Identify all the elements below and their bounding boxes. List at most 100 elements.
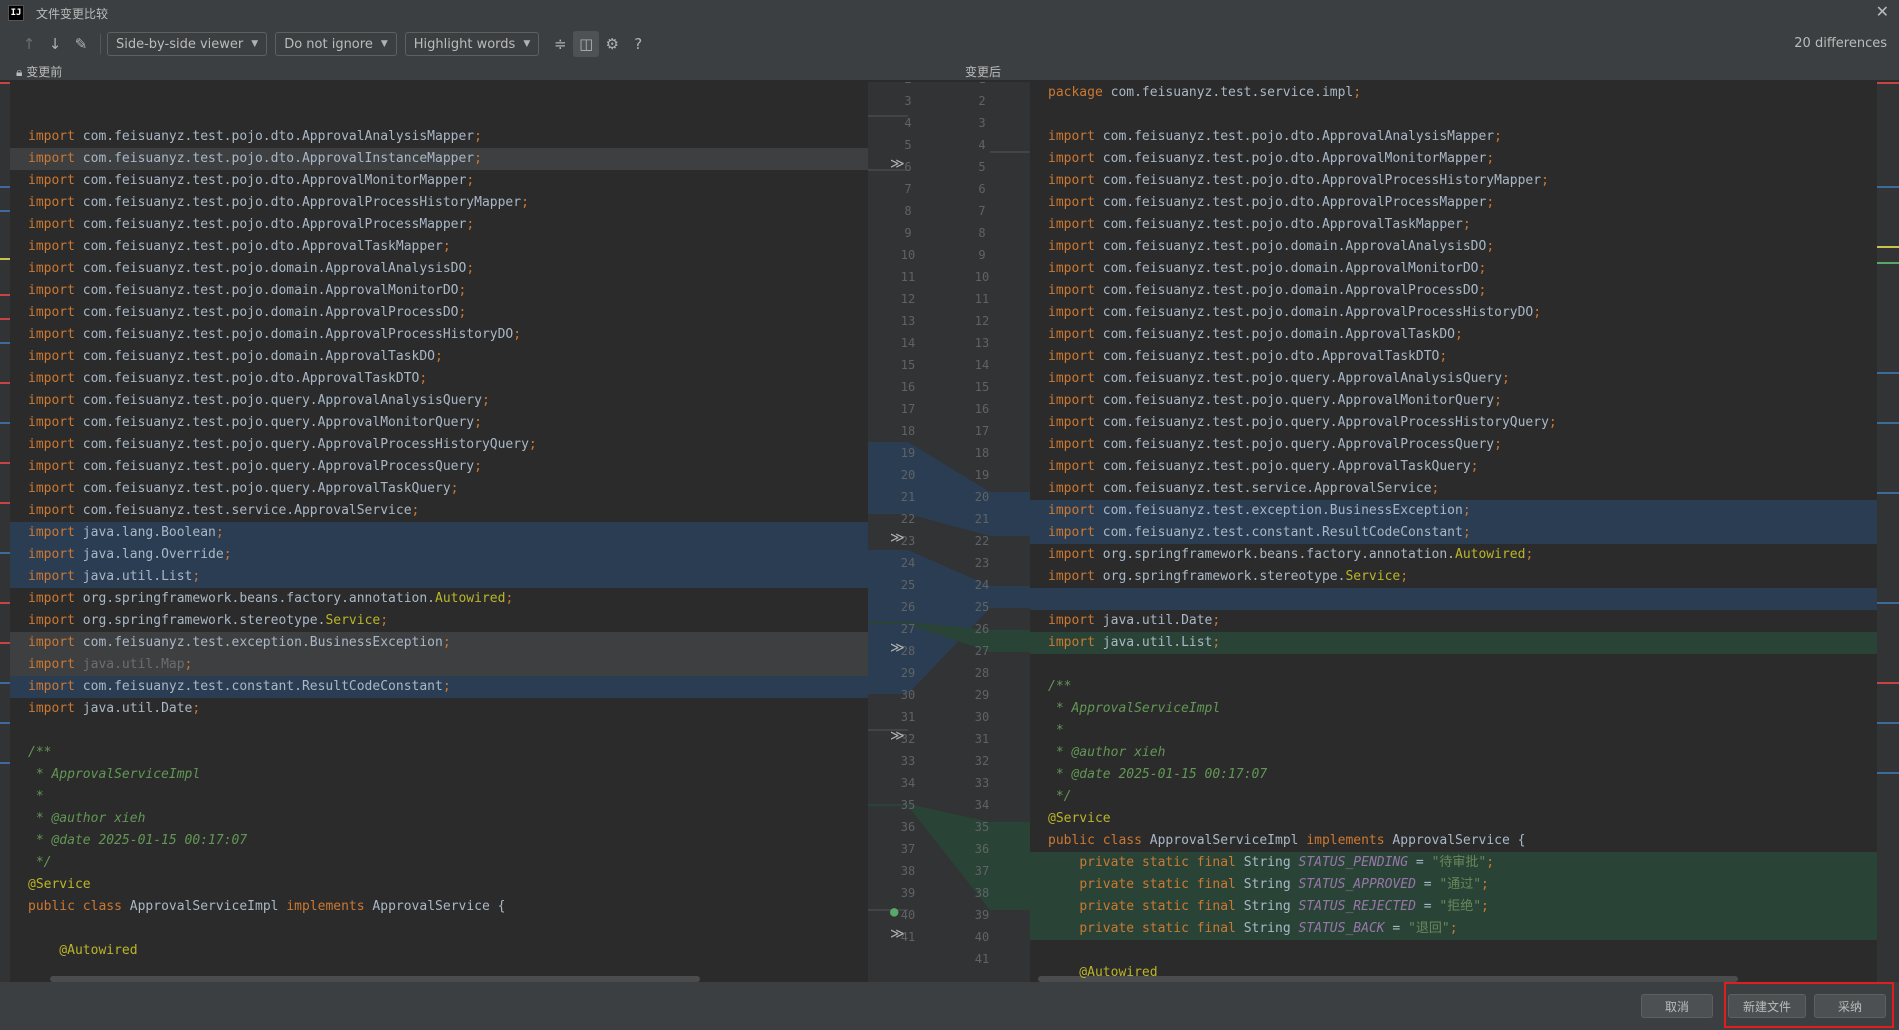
- right-code-line[interactable]: import com.feisuanyz.test.pojo.query.App…: [1030, 390, 1877, 412]
- left-code-line[interactable]: * @author xieh: [10, 808, 868, 830]
- right-code-line[interactable]: private static final String STATUS_APPRO…: [1030, 874, 1877, 896]
- left-code-line[interactable]: import java.lang.Override;: [10, 544, 868, 566]
- apply-change-chevron-icon[interactable]: ≫: [890, 82, 905, 84]
- right-code-line[interactable]: import com.feisuanyz.test.pojo.domain.Ap…: [1030, 302, 1877, 324]
- left-code-line[interactable]: import com.feisuanyz.test.pojo.dto.Appro…: [10, 126, 868, 148]
- left-code-line[interactable]: import org.springframework.stereotype.Se…: [10, 610, 868, 632]
- right-code-line[interactable]: import com.feisuanyz.test.pojo.query.App…: [1030, 368, 1877, 390]
- right-code-line[interactable]: * ApprovalServiceImpl: [1030, 698, 1877, 720]
- apply-change-chevron-icon[interactable]: ≫: [890, 530, 905, 546]
- right-code-line[interactable]: import com.feisuanyz.test.pojo.domain.Ap…: [1030, 324, 1877, 346]
- left-code-line[interactable]: import com.feisuanyz.test.pojo.domain.Ap…: [10, 280, 868, 302]
- right-code-line[interactable]: package com.feisuanyz.test.service.impl;: [1030, 82, 1877, 104]
- spring-bean-gutter-icon[interactable]: ●: [890, 904, 898, 920]
- left-code-line[interactable]: import com.feisuanyz.test.pojo.query.App…: [10, 478, 868, 500]
- right-code-line[interactable]: [1030, 940, 1877, 962]
- right-code-line[interactable]: [1030, 588, 1877, 610]
- next-difference-icon[interactable]: ↓: [42, 31, 68, 57]
- left-code-line[interactable]: [10, 720, 868, 742]
- right-code-line[interactable]: import com.feisuanyz.test.pojo.domain.Ap…: [1030, 236, 1877, 258]
- left-code-line[interactable]: import com.feisuanyz.test.pojo.dto.Appro…: [10, 214, 868, 236]
- left-code-line[interactable]: *: [10, 786, 868, 808]
- left-code-line[interactable]: import com.feisuanyz.test.pojo.domain.Ap…: [10, 346, 868, 368]
- right-code-line[interactable]: import com.feisuanyz.test.pojo.dto.Appro…: [1030, 214, 1877, 236]
- left-code-line[interactable]: import com.feisuanyz.test.pojo.domain.Ap…: [10, 302, 868, 324]
- right-code-line[interactable]: public class ApprovalServiceImpl impleme…: [1030, 830, 1877, 852]
- right-code-line[interactable]: /**: [1030, 676, 1877, 698]
- right-code-line[interactable]: *: [1030, 720, 1877, 742]
- viewer-mode-dropdown[interactable]: Side-by-side viewer ▼: [107, 32, 268, 56]
- cancel-button[interactable]: 取消: [1641, 994, 1713, 1018]
- left-code-line[interactable]: import com.feisuanyz.test.pojo.query.App…: [10, 434, 868, 456]
- right-code-line[interactable]: import java.util.List;: [1030, 632, 1877, 654]
- edit-source-icon[interactable]: ✎: [68, 31, 94, 57]
- left-code-line[interactable]: [10, 918, 868, 940]
- left-code-line[interactable]: import com.feisuanyz.test.pojo.dto.Appro…: [10, 368, 868, 390]
- settings-gear-icon[interactable]: ⚙: [599, 31, 625, 57]
- left-code-line[interactable]: @Autowired: [10, 940, 868, 962]
- right-code-line[interactable]: [1030, 104, 1877, 126]
- left-code-line[interactable]: import com.feisuanyz.test.constant.Resul…: [10, 676, 868, 698]
- right-code-line[interactable]: import java.util.Date;: [1030, 610, 1877, 632]
- left-code-line[interactable]: import com.feisuanyz.test.pojo.dto.Appro…: [10, 192, 868, 214]
- right-code-line[interactable]: import com.feisuanyz.test.pojo.dto.Appro…: [1030, 148, 1877, 170]
- close-icon[interactable]: ✕: [1876, 2, 1889, 21]
- right-code-line[interactable]: import com.feisuanyz.test.pojo.dto.Appro…: [1030, 170, 1877, 192]
- apply-change-chevron-icon[interactable]: ≫: [890, 728, 905, 744]
- left-code-line[interactable]: import org.springframework.beans.factory…: [10, 588, 868, 610]
- left-code-line[interactable]: import java.lang.Boolean;: [10, 522, 868, 544]
- left-code-line[interactable]: * ApprovalServiceImpl: [10, 764, 868, 786]
- right-code-line[interactable]: import com.feisuanyz.test.pojo.query.App…: [1030, 412, 1877, 434]
- left-code-line[interactable]: import com.feisuanyz.test.pojo.domain.Ap…: [10, 258, 868, 280]
- right-code-line[interactable]: import com.feisuanyz.test.pojo.dto.Appro…: [1030, 346, 1877, 368]
- right-code-line[interactable]: [1030, 654, 1877, 676]
- right-code-line[interactable]: @Autowired: [1030, 962, 1877, 982]
- right-code-line[interactable]: private static final String STATUS_REJEC…: [1030, 896, 1877, 918]
- left-editor-pane[interactable]: package com.feisuanyz.test.service.impl;…: [10, 82, 868, 982]
- right-code-line[interactable]: import org.springframework.beans.factory…: [1030, 544, 1877, 566]
- left-code-line[interactable]: import com.feisuanyz.test.service.Approv…: [10, 500, 868, 522]
- right-code-line[interactable]: private static final String STATUS_PENDI…: [1030, 852, 1877, 874]
- right-code-line[interactable]: * @author xieh: [1030, 742, 1877, 764]
- apply-change-chevron-icon[interactable]: ≫: [890, 640, 905, 656]
- collapse-unchanged-icon[interactable]: ≑: [547, 31, 573, 57]
- left-code-line[interactable]: import com.feisuanyz.test.exception.Busi…: [10, 632, 868, 654]
- left-code-line[interactable]: /**: [10, 742, 868, 764]
- sync-scroll-icon[interactable]: ◫: [573, 31, 600, 57]
- left-code-line[interactable]: [10, 104, 868, 126]
- left-code-line[interactable]: import com.feisuanyz.test.pojo.query.App…: [10, 456, 868, 478]
- highlight-mode-dropdown[interactable]: Highlight words ▼: [404, 32, 540, 56]
- left-code-line[interactable]: import com.feisuanyz.test.pojo.dto.Appro…: [10, 148, 868, 170]
- left-code-line[interactable]: import java.util.Date;: [10, 698, 868, 720]
- right-code-line[interactable]: import org.springframework.stereotype.Se…: [1030, 566, 1877, 588]
- left-code-line[interactable]: import com.feisuanyz.test.pojo.query.App…: [10, 390, 868, 412]
- left-code-line[interactable]: public class ApprovalServiceImpl impleme…: [10, 896, 868, 918]
- right-code-line[interactable]: * @date 2025-01-15 00:17:07: [1030, 764, 1877, 786]
- left-code-line[interactable]: */: [10, 852, 868, 874]
- left-code-line[interactable]: @Service: [10, 874, 868, 896]
- left-code-line[interactable]: import com.feisuanyz.test.pojo.query.App…: [10, 412, 868, 434]
- right-code-line[interactable]: import com.feisuanyz.test.exception.Busi…: [1030, 500, 1877, 522]
- right-code-line[interactable]: import com.feisuanyz.test.constant.Resul…: [1030, 522, 1877, 544]
- right-code-line[interactable]: import com.feisuanyz.test.pojo.dto.Appro…: [1030, 126, 1877, 148]
- right-code-line[interactable]: import com.feisuanyz.test.pojo.domain.Ap…: [1030, 280, 1877, 302]
- left-code-line[interactable]: import com.feisuanyz.test.pojo.domain.Ap…: [10, 324, 868, 346]
- apply-change-chevron-icon[interactable]: ≫: [890, 926, 905, 942]
- right-code-line[interactable]: @Service: [1030, 808, 1877, 830]
- right-code-line[interactable]: import com.feisuanyz.test.service.Approv…: [1030, 478, 1877, 500]
- apply-change-chevron-icon[interactable]: ≫: [890, 156, 905, 172]
- right-editor-pane[interactable]: package com.feisuanyz.test.service.impl;…: [1030, 82, 1877, 982]
- ignore-whitespace-dropdown[interactable]: Do not ignore ▼: [275, 32, 397, 56]
- left-code-line[interactable]: * @date 2025-01-15 00:17:07: [10, 830, 868, 852]
- left-code-line[interactable]: import java.util.Map;: [10, 654, 868, 676]
- help-icon[interactable]: ?: [625, 31, 651, 57]
- right-code-line[interactable]: */: [1030, 786, 1877, 808]
- right-code-line[interactable]: private static final String STATUS_BACK …: [1030, 918, 1877, 940]
- right-code-line[interactable]: import com.feisuanyz.test.pojo.dto.Appro…: [1030, 192, 1877, 214]
- left-code-line[interactable]: import java.util.List;: [10, 566, 868, 588]
- left-code-line[interactable]: import com.feisuanyz.test.pojo.dto.Appro…: [10, 236, 868, 258]
- right-code-line[interactable]: import com.feisuanyz.test.pojo.query.App…: [1030, 456, 1877, 478]
- right-code-line[interactable]: import com.feisuanyz.test.pojo.query.App…: [1030, 434, 1877, 456]
- left-code-line[interactable]: import com.feisuanyz.test.pojo.dto.Appro…: [10, 170, 868, 192]
- right-code-line[interactable]: import com.feisuanyz.test.pojo.domain.Ap…: [1030, 258, 1877, 280]
